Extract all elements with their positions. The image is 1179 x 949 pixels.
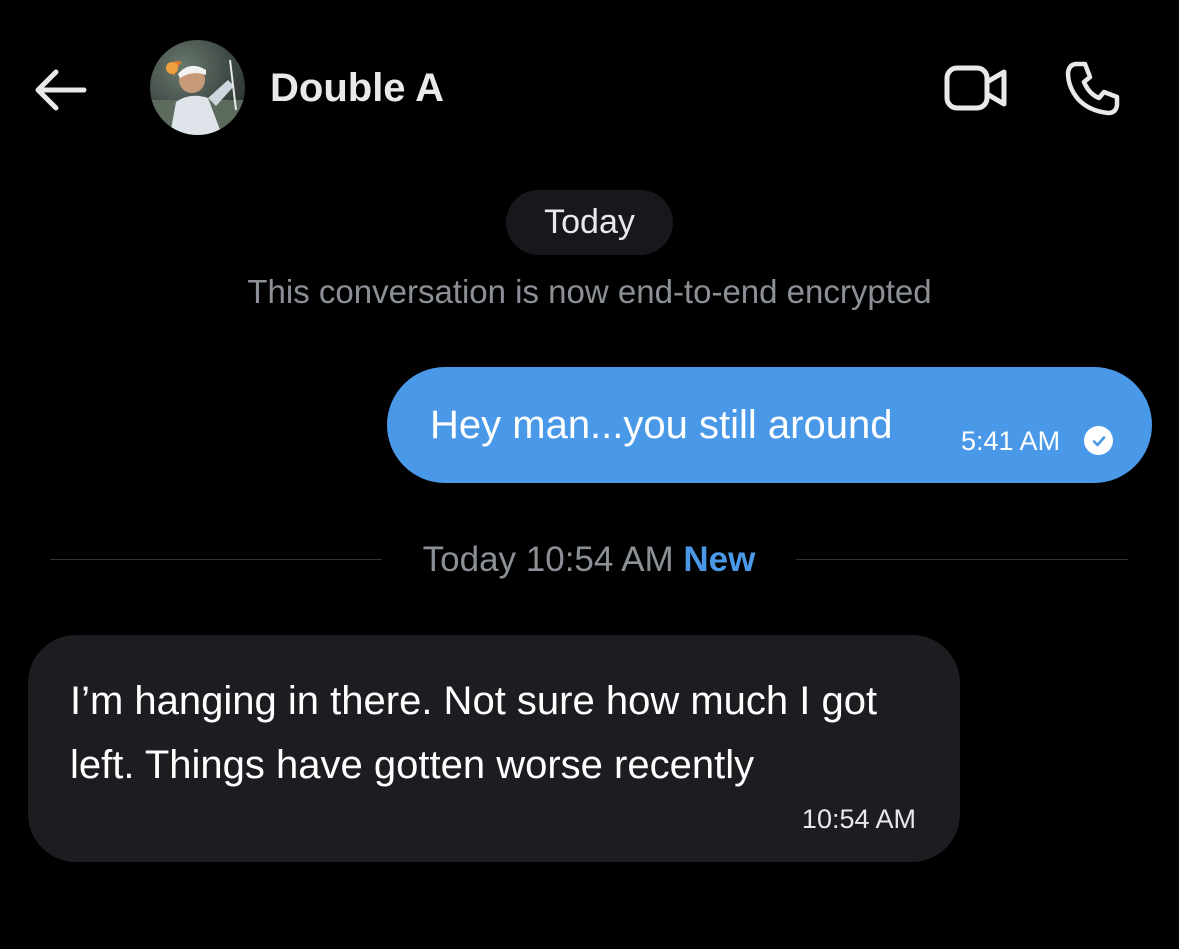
arrow-left-icon: [35, 69, 87, 111]
message-timestamp: 5:41 AM: [961, 426, 1061, 456]
contact-name[interactable]: Double A: [270, 64, 444, 112]
back-button[interactable]: [30, 60, 90, 120]
divider-label: Today 10:54 AM New: [50, 538, 1128, 582]
video-camera-icon: [944, 65, 1007, 111]
message-timestamp: 10:54 AM: [801, 804, 916, 834]
outgoing-message-bubble[interactable]: Hey man...you still around 5:41 AM: [387, 367, 1152, 483]
conversation-header: Double A: [0, 0, 1179, 175]
date-pill: Today: [506, 190, 673, 255]
divider-timestamp: Today 10:54 AM: [422, 540, 674, 579]
message-text: Hey man...you still around: [430, 403, 893, 447]
phone-icon: [1065, 61, 1120, 116]
avatar-image: [150, 40, 245, 135]
voice-call-button[interactable]: [1060, 56, 1126, 120]
video-call-button[interactable]: [938, 58, 1014, 118]
message-text: I’m hanging in there. Not sure how much …: [70, 679, 878, 787]
incoming-message-bubble[interactable]: I’m hanging in there. Not sure how much …: [28, 635, 960, 862]
encryption-notice: This conversation is now end-to-end encr…: [247, 273, 932, 310]
read-check-icon: [1084, 426, 1113, 455]
avatar[interactable]: [150, 40, 245, 135]
new-messages-divider: Today 10:54 AM New: [50, 530, 1128, 590]
new-badge: New: [683, 540, 756, 579]
